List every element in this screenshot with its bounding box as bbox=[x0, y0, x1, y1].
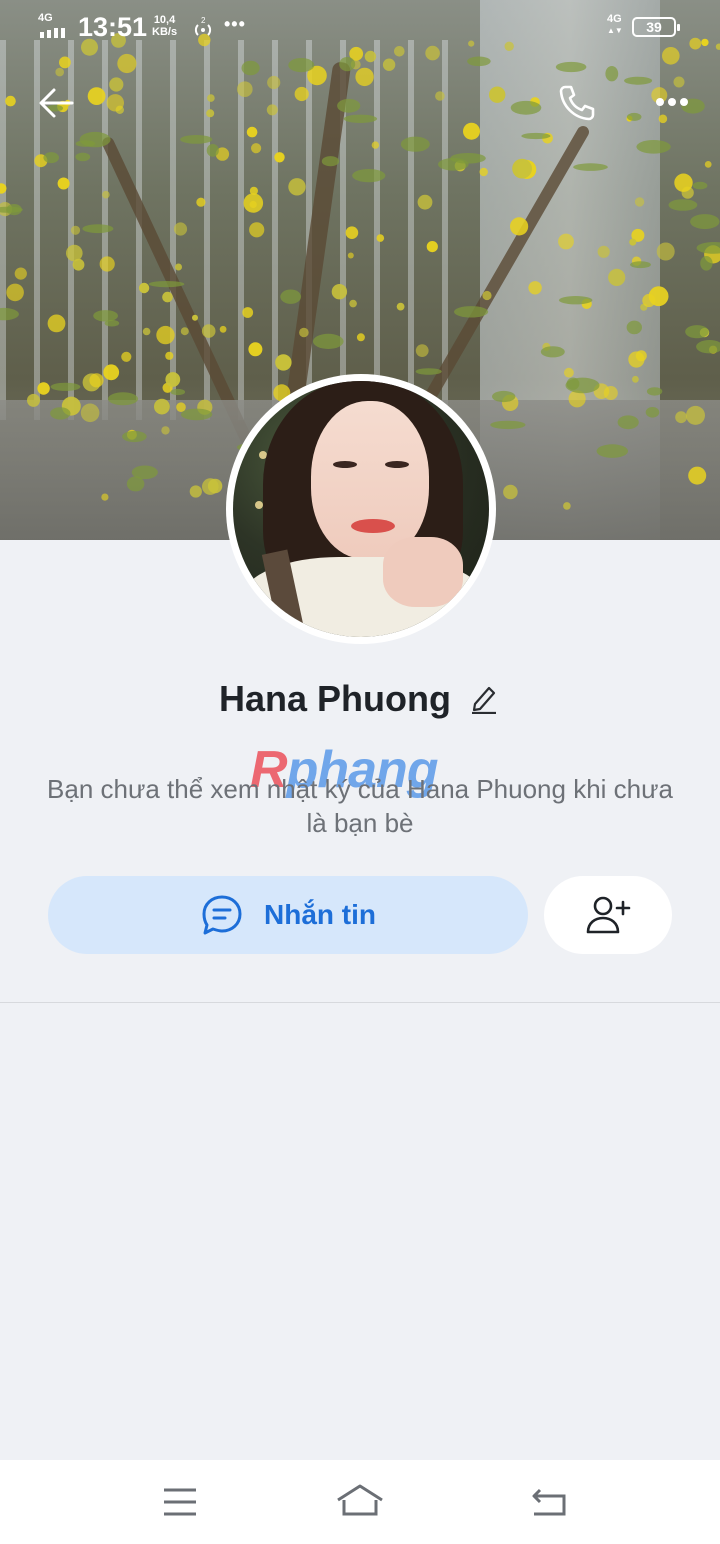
call-button[interactable] bbox=[552, 80, 602, 128]
network-speed-value: 10,4 bbox=[153, 14, 176, 26]
home-icon bbox=[337, 1484, 383, 1516]
profile-name: Hana Phuong bbox=[219, 678, 451, 719]
nav-back-button[interactable] bbox=[518, 1480, 578, 1524]
network-speed-unit: KB/s bbox=[152, 26, 178, 38]
profile-avatar[interactable] bbox=[226, 374, 496, 644]
hotspot-count: 2 bbox=[201, 16, 206, 25]
back-button[interactable] bbox=[32, 82, 80, 126]
network-type-right-label: 4G bbox=[607, 13, 622, 25]
profile-name-row: Hana Phuong bbox=[0, 678, 720, 720]
message-button-label: Nhắn tin bbox=[264, 899, 376, 930]
signal-bars-icon bbox=[40, 28, 65, 38]
status-time: 13:51 bbox=[78, 12, 148, 42]
edit-name-button[interactable] bbox=[467, 682, 501, 716]
nav-home-button[interactable] bbox=[330, 1480, 390, 1524]
message-button[interactable]: Nhắn tin bbox=[48, 876, 528, 954]
nav-menu-button[interactable] bbox=[150, 1480, 210, 1524]
section-divider bbox=[0, 1002, 720, 1003]
chat-bubble-icon bbox=[202, 895, 242, 935]
avatar-photo bbox=[233, 381, 489, 637]
pencil-icon bbox=[472, 686, 496, 715]
phone-icon bbox=[559, 85, 595, 120]
privacy-notice: Bạn chưa thể xem nhật ký của Hana Phuong… bbox=[47, 774, 673, 838]
add-friend-button[interactable] bbox=[544, 876, 672, 954]
status-bar: 4G 13:51 10,4 KB/s 2 ••• 4G ▲▼ 39 bbox=[0, 0, 720, 56]
return-icon bbox=[532, 1488, 566, 1516]
arrow-left-icon bbox=[39, 88, 74, 117]
menu-icon bbox=[164, 1488, 196, 1516]
system-nav-bar bbox=[0, 1460, 720, 1544]
network-speed: 10,4 KB/s bbox=[152, 14, 177, 38]
network-type-right: 4G ▲▼ bbox=[607, 13, 623, 36]
user-plus-icon bbox=[586, 896, 631, 934]
battery-icon: 39 bbox=[632, 17, 680, 37]
status-more-icon: ••• bbox=[224, 14, 246, 34]
network-type-left: 4G bbox=[38, 12, 53, 24]
more-horizontal-icon bbox=[656, 97, 688, 106]
more-options-button[interactable] bbox=[650, 86, 694, 120]
hotspot-icon: 2 bbox=[190, 16, 216, 47]
battery-level: 39 bbox=[646, 19, 662, 35]
